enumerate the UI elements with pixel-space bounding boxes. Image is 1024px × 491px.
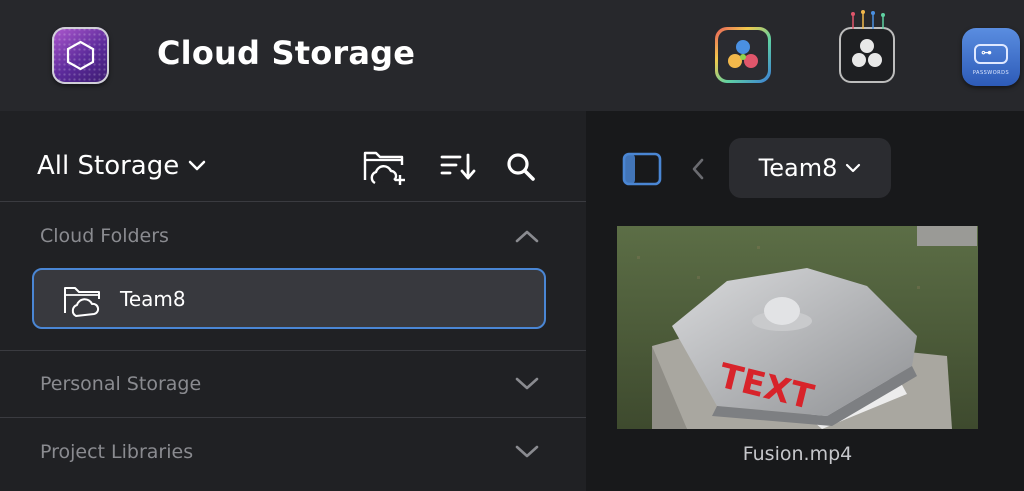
hexagon-icon bbox=[66, 40, 95, 71]
resolve-petals-mono-icon bbox=[852, 39, 882, 67]
davinci-resolve-dev-icon[interactable] bbox=[839, 10, 895, 83]
page-title: Cloud Storage bbox=[157, 34, 416, 72]
cloud-storage-app-icon[interactable] bbox=[52, 27, 109, 84]
search-button[interactable] bbox=[497, 147, 545, 187]
wires-icon bbox=[851, 10, 885, 31]
divider bbox=[0, 417, 586, 418]
file-thumbnail[interactable]: TEXT bbox=[617, 226, 978, 429]
app-header: Cloud Storage ⊶ PASSWORDS bbox=[0, 0, 1024, 111]
section-cloud-folders[interactable]: Cloud Folders bbox=[40, 225, 169, 247]
storage-select-label: All Storage bbox=[37, 151, 180, 181]
key-icon: ⊶ bbox=[981, 46, 992, 59]
sidebar-toggle-icon[interactable] bbox=[622, 152, 662, 186]
divider bbox=[0, 350, 586, 351]
cloud-folder-icon bbox=[64, 287, 100, 317]
divider bbox=[0, 201, 586, 202]
folder-item-label: Team8 bbox=[120, 287, 186, 311]
sort-icon bbox=[440, 153, 476, 180]
breadcrumb-label: Team8 bbox=[758, 154, 838, 182]
file-name[interactable]: Fusion.mp4 bbox=[617, 443, 978, 465]
file-browser: Team8 TEXT Fusion.mp4 bbox=[586, 111, 1024, 491]
davinci-resolve-icon[interactable] bbox=[715, 27, 771, 83]
sort-button[interactable] bbox=[434, 147, 482, 187]
video-thumbnail-image: TEXT bbox=[617, 226, 978, 429]
chevron-down-icon bbox=[188, 160, 206, 171]
keys-icon-label: PASSWORDS bbox=[972, 70, 1010, 76]
section-project-libraries[interactable]: Project Libraries bbox=[40, 441, 193, 463]
folder-item-team8[interactable]: Team8 bbox=[32, 268, 546, 329]
search-icon bbox=[507, 153, 535, 181]
chevron-up-icon[interactable] bbox=[514, 228, 540, 244]
chevron-down-icon[interactable] bbox=[514, 376, 540, 392]
breadcrumb[interactable]: Team8 bbox=[729, 138, 891, 198]
chevron-down-icon bbox=[846, 163, 861, 173]
back-chevron-icon[interactable] bbox=[690, 157, 706, 181]
storage-select[interactable]: All Storage bbox=[37, 151, 207, 181]
chevron-down-icon[interactable] bbox=[514, 444, 540, 460]
storage-sidebar: All Storage Cloud Folders Team8 Personal… bbox=[0, 111, 586, 491]
keys-app-icon[interactable]: ⊶ PASSWORDS bbox=[962, 28, 1020, 86]
new-cloud-folder-button[interactable] bbox=[362, 147, 410, 187]
section-personal-storage[interactable]: Personal Storage bbox=[40, 373, 201, 395]
new-cloud-folder-icon bbox=[363, 151, 405, 185]
resolve-petals-icon bbox=[728, 40, 758, 68]
